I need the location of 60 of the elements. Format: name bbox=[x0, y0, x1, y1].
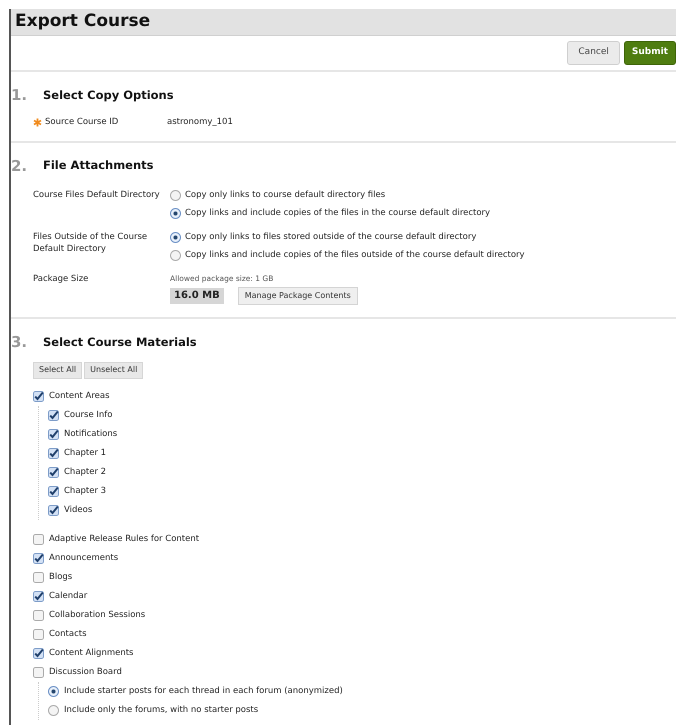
item-label: Adaptive Release Rules for Content bbox=[49, 532, 200, 546]
checkbox[interactable] bbox=[33, 552, 44, 564]
item-label: Blogs bbox=[49, 570, 72, 584]
option-label: Copy only links to course default directory files bbox=[185, 188, 386, 202]
field-label: Files Outside of the Course Default Directory bbox=[33, 231, 148, 256]
checkbox[interactable] bbox=[33, 648, 44, 659]
option-label: Copy links and include copies of the files in the course default directory bbox=[185, 206, 490, 220]
checkbox[interactable] bbox=[33, 590, 44, 602]
item-label: Content Alignments bbox=[49, 646, 134, 660]
section-heading: File Attachments bbox=[43, 157, 154, 174]
item-label: Contacts bbox=[49, 628, 86, 641]
checkbox[interactable] bbox=[33, 666, 44, 678]
item-label: Calendar bbox=[49, 590, 88, 603]
radio-button[interactable] bbox=[48, 704, 59, 716]
item-label: Course Info bbox=[64, 408, 112, 422]
checkbox[interactable] bbox=[48, 428, 59, 440]
checkbox[interactable] bbox=[48, 466, 59, 478]
item-label: Content Areas bbox=[49, 390, 110, 403]
package-size-value: 16.0 MB bbox=[170, 288, 224, 304]
page-title: Export Course bbox=[15, 10, 150, 34]
item-label: Chapter 2 bbox=[64, 466, 106, 479]
item-label: Collaboration Sessions bbox=[49, 608, 146, 622]
section-heading: Select Course Materials bbox=[43, 334, 197, 351]
checkbox[interactable] bbox=[33, 572, 44, 583]
item-label: Chapter 1 bbox=[64, 446, 106, 460]
radio-button[interactable] bbox=[170, 232, 181, 242]
checkbox[interactable] bbox=[48, 410, 59, 421]
cancel-button[interactable]: Cancel bbox=[567, 41, 620, 65]
select-button[interactable]: Select All bbox=[33, 362, 82, 379]
field-value: astronomy_101 bbox=[167, 116, 233, 129]
section-heading: Select Copy Options bbox=[43, 86, 174, 104]
item-label: Videos bbox=[64, 504, 92, 517]
step-number: 2. bbox=[11, 156, 28, 176]
select-button[interactable]: Unselect All bbox=[84, 362, 144, 379]
item-label: Discussion Board bbox=[49, 666, 122, 679]
item-label: Include only the forums, with no starter posts bbox=[64, 704, 258, 717]
item-label: Include starter posts for each thread in each forum (anonymized) bbox=[64, 684, 343, 698]
option-label: Copy only links to files stored outside of the course default directory bbox=[185, 230, 476, 244]
checkbox[interactable] bbox=[33, 628, 44, 640]
submit-button[interactable]: Submit bbox=[624, 41, 676, 65]
checkbox[interactable] bbox=[48, 486, 59, 497]
field-label: Source Course ID bbox=[45, 116, 118, 129]
field-label: Course Files Default Directory bbox=[33, 189, 161, 202]
field-label: Package Size bbox=[33, 273, 90, 286]
radio-button[interactable] bbox=[170, 208, 181, 218]
checkbox[interactable] bbox=[48, 448, 59, 459]
item-label: Notifications bbox=[64, 428, 118, 441]
step-number: 1. bbox=[11, 85, 28, 106]
manage-package-button[interactable]: Manage Package Contents bbox=[238, 287, 358, 306]
radio-button[interactable] bbox=[170, 250, 181, 260]
checkbox[interactable] bbox=[33, 390, 44, 402]
checkbox[interactable] bbox=[33, 610, 44, 621]
item-label: Announcements bbox=[49, 552, 118, 565]
item-label: Chapter 3 bbox=[64, 484, 106, 498]
radio-button[interactable] bbox=[48, 686, 59, 697]
step-number: 3. bbox=[11, 332, 28, 354]
option-label: Copy links and include copies of the files outside of the course default directory bbox=[185, 248, 525, 262]
checkbox[interactable] bbox=[48, 504, 59, 516]
checkbox[interactable] bbox=[33, 534, 44, 545]
radio-button[interactable] bbox=[170, 190, 181, 200]
